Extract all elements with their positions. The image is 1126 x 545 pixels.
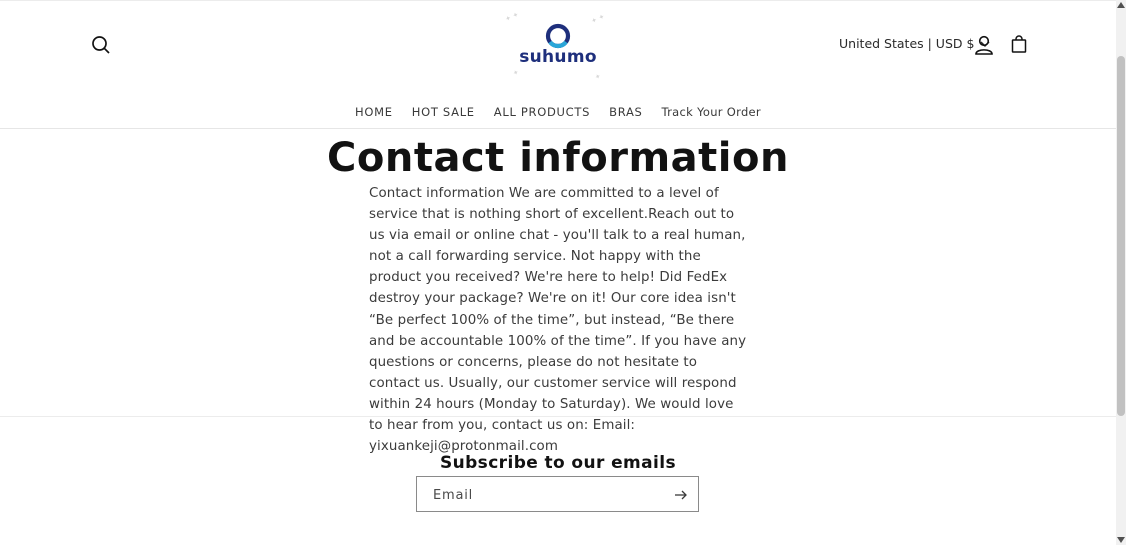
- locale-label: United States | USD $: [839, 36, 975, 51]
- logo-watermark: ✦: [593, 72, 603, 82]
- user-icon[interactable]: [973, 34, 995, 56]
- email-field[interactable]: [431, 477, 665, 513]
- main-nav: HOME HOT SALE ALL PRODUCTS BRAS Track Yo…: [0, 105, 1116, 119]
- newsletter-form: [416, 476, 699, 513]
- arrow-right-icon[interactable]: [674, 487, 688, 501]
- logo-watermark: ✦ ✦: [503, 10, 521, 24]
- footer-divider: [0, 416, 1116, 417]
- page: ✦ ✦ ✦ ✦ ✦ ✦ suhumo United States | USD $: [0, 0, 1116, 545]
- scrollbar-thumb[interactable]: [1117, 56, 1125, 416]
- logo-mark-icon: [545, 23, 571, 49]
- shopping-bag-icon[interactable]: [1009, 34, 1029, 56]
- scroll-down-arrow-icon[interactable]: [1117, 537, 1125, 543]
- search-icon[interactable]: [89, 33, 113, 57]
- locale-selector[interactable]: United States | USD $: [839, 36, 990, 51]
- subscribe-heading: Subscribe to our emails: [439, 453, 677, 474]
- nav-item-all-products[interactable]: ALL PRODUCTS: [484, 105, 599, 119]
- nav-item-track-order[interactable]: Track Your Order: [652, 105, 770, 119]
- nav-item-bras[interactable]: BRAS: [600, 105, 652, 119]
- logo-watermark: ✦: [511, 68, 521, 78]
- nav-item-hot-sale[interactable]: HOT SALE: [402, 105, 484, 119]
- site-logo[interactable]: ✦ ✦ ✦ ✦ ✦ ✦ suhumo: [503, 7, 611, 85]
- site-header: ✦ ✦ ✦ ✦ ✦ ✦ suhumo United States | USD $: [0, 0, 1116, 129]
- logo-text: suhumo: [519, 47, 597, 67]
- page-scrollbar[interactable]: [1116, 0, 1126, 545]
- logo-watermark: ✦ ✦: [589, 12, 607, 26]
- page-title: Contact information: [327, 134, 789, 181]
- scroll-up-arrow-icon[interactable]: [1117, 2, 1125, 8]
- nav-item-home[interactable]: HOME: [346, 105, 403, 119]
